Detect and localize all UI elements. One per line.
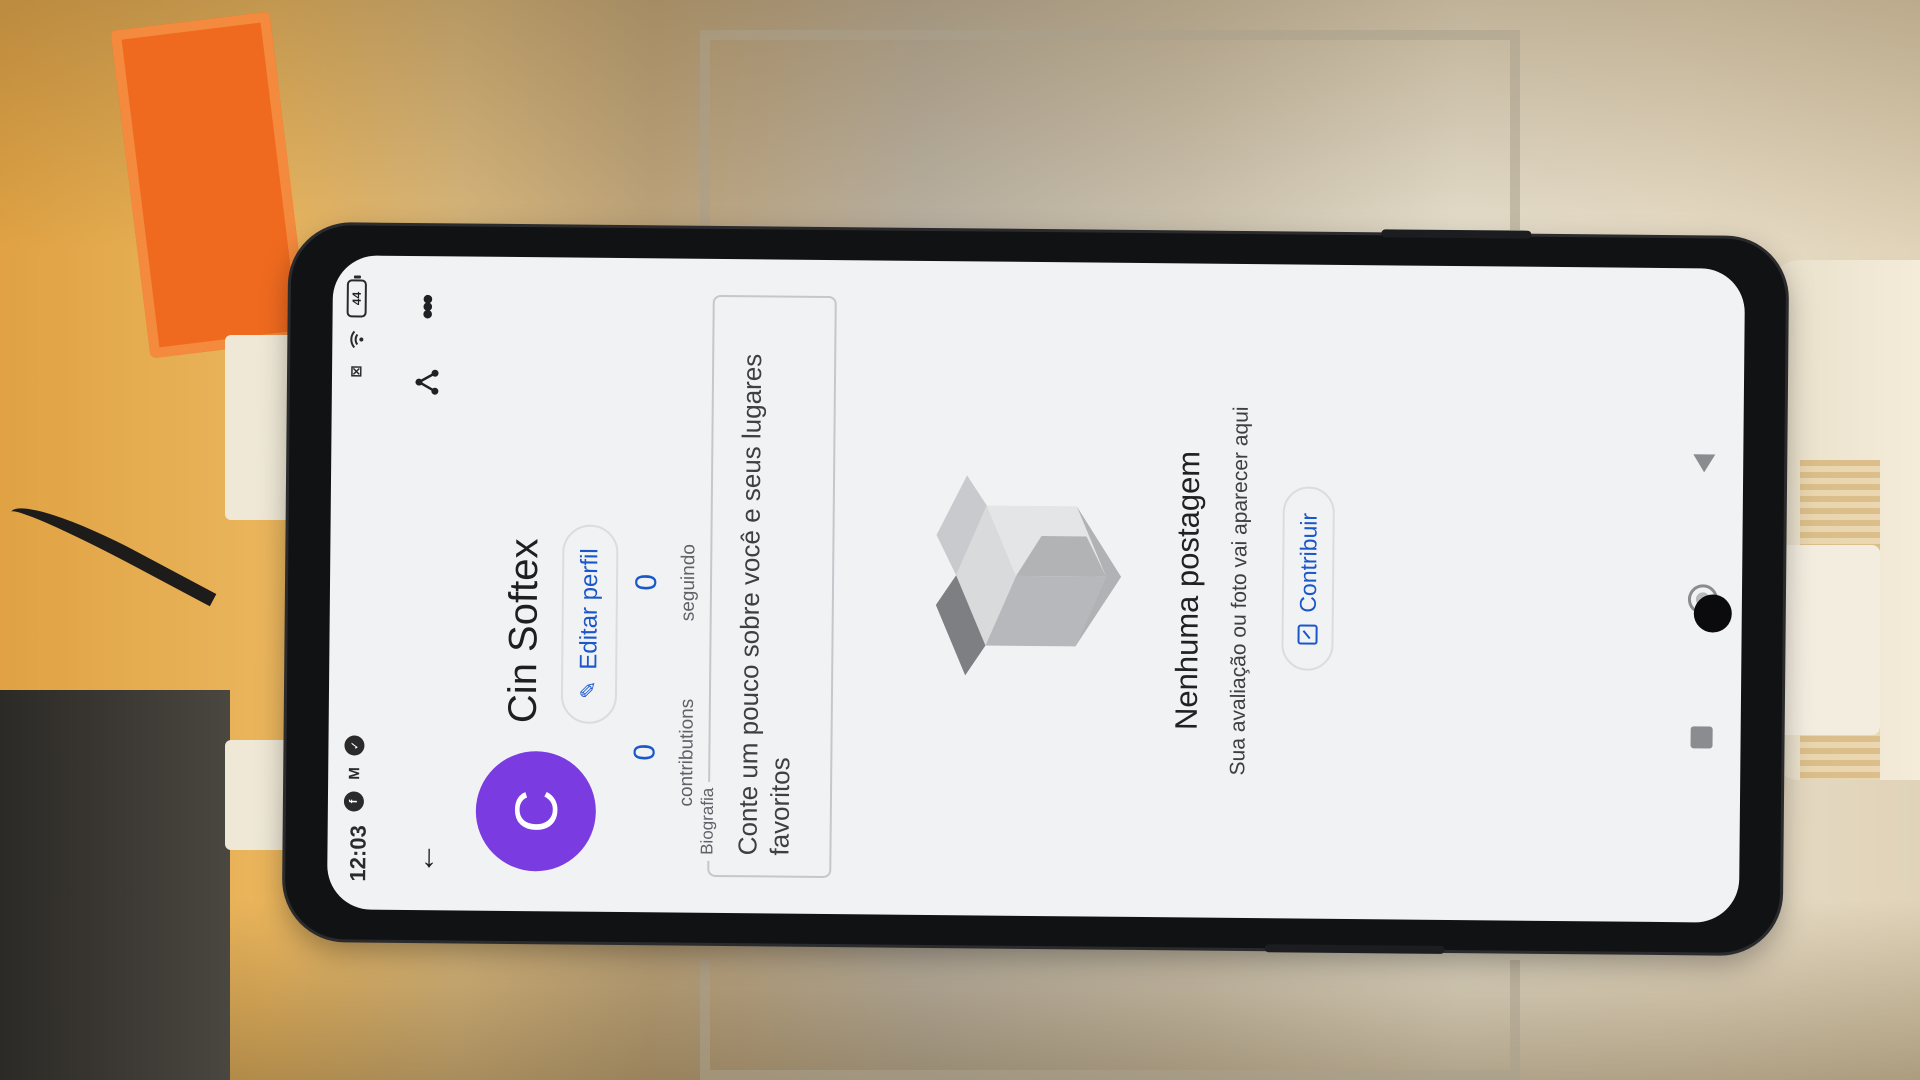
- background-cable: [3, 490, 217, 630]
- contribute-button[interactable]: Contribuir: [1281, 486, 1335, 671]
- contribute-label: Contribuir: [1294, 512, 1322, 613]
- stat-value: 0: [629, 573, 664, 591]
- front-camera: [1693, 594, 1732, 633]
- phone-holder-clamp-right: [1770, 545, 1880, 735]
- avatar[interactable]: C: [475, 750, 597, 872]
- background-dark-block: [0, 690, 230, 1080]
- phone: 12:03 f M ✓ ⊠ 44 ← ••• C Cin Softex ✎ Ed…: [284, 224, 1787, 954]
- facebook-icon: f: [343, 791, 365, 812]
- arrow-back-icon: ←: [404, 841, 442, 875]
- gmail-icon: M: [345, 767, 363, 780]
- edit-profile-label: Editar perfil: [575, 548, 604, 670]
- more-horizontal-icon: •••: [411, 296, 445, 320]
- vpn-icon: ✓: [344, 735, 365, 756]
- bio-field[interactable]: Biografia Conte um pouco sobre você e se…: [697, 294, 837, 879]
- avatar-letter: C: [502, 789, 570, 834]
- status-notification-icons: f M ✓: [343, 735, 365, 812]
- phone-screen: 12:03 f M ✓ ⊠ 44 ← ••• C Cin Softex ✎ Ed…: [326, 255, 1746, 923]
- edit-profile-button[interactable]: ✎ Editar perfil: [560, 524, 619, 724]
- status-system-icons: ⊠ 44: [346, 279, 367, 381]
- share-icon: [415, 369, 439, 395]
- recents-icon[interactable]: [1690, 726, 1713, 749]
- profile-name: Cin Softex: [500, 538, 547, 724]
- phone-holder-clamp-top: [225, 335, 295, 520]
- battery-icon: 44: [346, 279, 367, 318]
- stat-label: seguindo: [677, 544, 700, 622]
- top-app-bar: ← •••: [391, 256, 461, 911]
- add-photo-icon: [1297, 624, 1318, 645]
- phone-side-button-lower: [1264, 944, 1445, 954]
- no-sim-icon: ⊠: [347, 365, 366, 378]
- phone-holder-clamp-bottom: [225, 740, 295, 850]
- background-window-frame: [700, 30, 1520, 230]
- back-triangle-icon[interactable]: [1693, 454, 1716, 473]
- profile-page: 12:03 f M ✓ ⊠ 44 ← ••• C Cin Softex ✎ Ed…: [327, 255, 1745, 923]
- more-options-button[interactable]: •••: [406, 286, 450, 330]
- status-time: 12:03: [345, 825, 371, 882]
- pencil-icon: ✎: [575, 680, 602, 700]
- bio-placeholder: Conte um pouco sobre você e seus lugares…: [732, 353, 796, 856]
- bio-label: Biografia: [697, 781, 719, 861]
- battery-level: 44: [349, 291, 364, 306]
- empty-box-illustration: [935, 475, 1122, 676]
- share-button[interactable]: [406, 360, 450, 404]
- empty-state-subtitle: Sua avaliação ou foto vai aparecer aqui: [1226, 406, 1253, 776]
- wifi-icon: [346, 329, 366, 349]
- back-button[interactable]: ←: [401, 836, 445, 880]
- background-window-frame-lower: [700, 960, 1520, 1080]
- status-bar: 12:03 f M ✓ ⊠ 44: [327, 255, 391, 910]
- phone-side-button: [1381, 229, 1532, 239]
- stat-following[interactable]: 0 seguindo: [629, 482, 701, 683]
- empty-state-title: Nenhuma postagem: [1168, 450, 1207, 731]
